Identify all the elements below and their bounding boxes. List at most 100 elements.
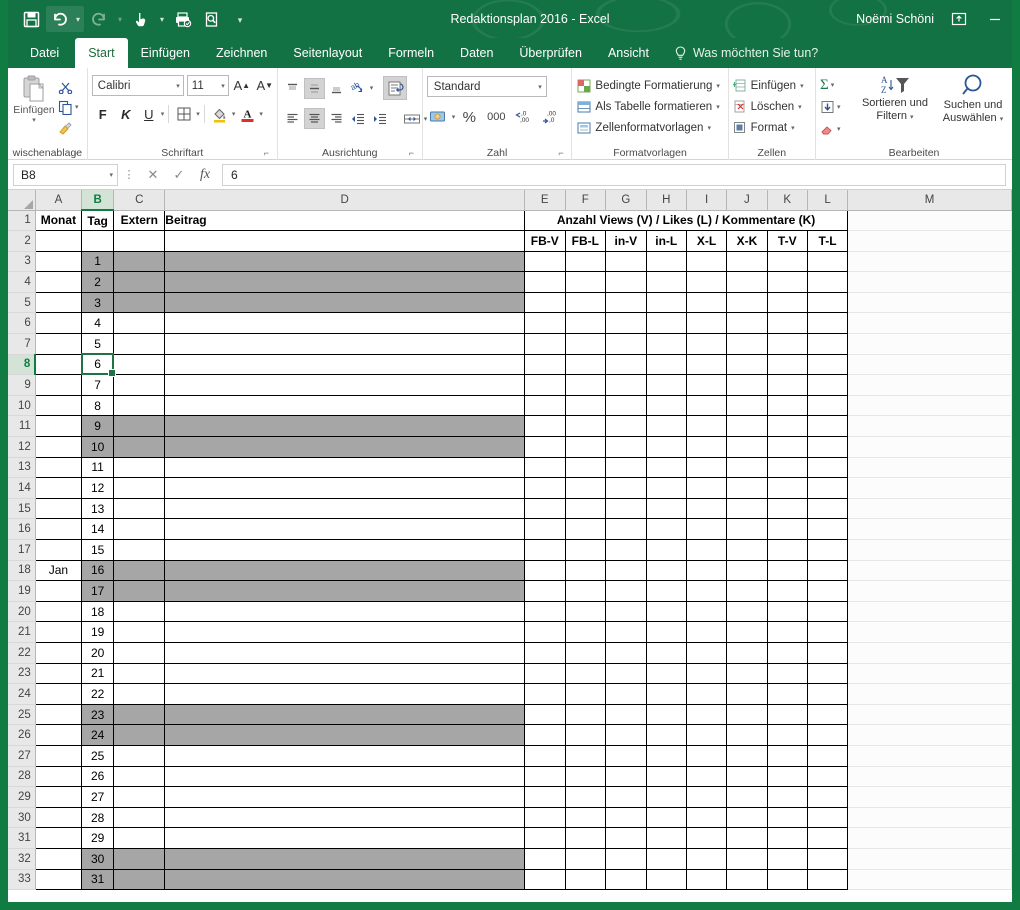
cell-metric-i12[interactable] (685, 436, 728, 458)
cell-metric-f15[interactable] (564, 497, 607, 520)
cell-beitrag-d29[interactable] (164, 786, 525, 808)
cell-extern-c19[interactable] (113, 580, 166, 602)
cell-metric-i3[interactable] (685, 250, 728, 273)
cell-metric-j25[interactable] (726, 703, 768, 726)
cell-metric-h15[interactable] (645, 497, 687, 520)
cell-extern-c17[interactable] (113, 539, 166, 561)
cell-metric-g26[interactable] (605, 724, 647, 746)
cell-metric-h25[interactable] (645, 703, 687, 726)
cell-metric-i11[interactable] (685, 415, 728, 438)
cell-extern-c30[interactable] (113, 806, 166, 829)
font-size-dropdown-icon[interactable]: ▾ (221, 82, 225, 90)
name-box[interactable]: B8 ▾ (13, 163, 118, 186)
delete-cells-button[interactable]: Löschen ▾ (733, 96, 802, 117)
cell-day-b8[interactable]: 6 (81, 353, 115, 376)
cell-metric-l28[interactable] (806, 765, 849, 788)
cell-metric-j7[interactable] (726, 333, 768, 355)
cell-metric-f28[interactable] (564, 765, 607, 788)
column-header-b[interactable]: B (81, 190, 115, 211)
cell-metric-e5[interactable] (523, 291, 566, 314)
cell-beitrag-d5[interactable] (164, 291, 525, 314)
cell-metric-h31[interactable] (645, 827, 687, 849)
cell-metric-j4[interactable] (726, 271, 768, 293)
cell-metric-j32[interactable] (726, 847, 768, 870)
cell-metric-l4[interactable] (806, 271, 849, 293)
cell-metric-k14[interactable] (766, 477, 808, 499)
row-header-5[interactable]: 5 (8, 292, 36, 314)
cell-beitrag-d27[interactable] (164, 744, 525, 767)
cell-m10[interactable] (847, 395, 1012, 417)
cell-metric-h11[interactable] (645, 415, 687, 438)
tab-formeln[interactable]: Formeln (375, 38, 447, 68)
row-header-16[interactable]: 16 (8, 518, 36, 540)
cell-metric-e13[interactable] (523, 456, 566, 479)
cell-metric-i5[interactable] (685, 291, 728, 314)
cell-metric-l7[interactable] (806, 333, 849, 355)
cell-metric-g19[interactable] (605, 580, 647, 602)
align-bottom-icon[interactable] (326, 78, 347, 99)
cell-metric-g25[interactable] (605, 703, 647, 726)
paste-dropdown-icon[interactable]: ▾ (32, 116, 36, 124)
cell-extern-c32[interactable] (113, 847, 166, 870)
tab-seitenlayout[interactable]: Seitenlayout (280, 38, 375, 68)
cell-metric-j14[interactable] (726, 477, 768, 499)
autosum-dropdown-icon[interactable]: ▾ (831, 81, 835, 89)
cell-m14[interactable] (847, 477, 1012, 499)
cell-metric-h10[interactable] (645, 394, 687, 417)
cell-metric-g14[interactable] (605, 477, 647, 499)
cell-m8[interactable] (847, 354, 1012, 376)
cell-m32[interactable] (847, 848, 1012, 870)
cell-metric-f8[interactable] (564, 353, 607, 376)
font-name-dropdown-icon[interactable]: ▾ (176, 82, 180, 90)
cell-extern-c14[interactable] (113, 477, 166, 499)
cell-month-a27[interactable] (34, 744, 83, 767)
decrease-decimal-button[interactable]: ,00,0 (539, 106, 563, 128)
cell-metric-h27[interactable] (645, 744, 687, 767)
decrease-indent-icon[interactable] (348, 108, 369, 129)
cell-metric-j17[interactable] (726, 539, 768, 561)
cell-month-a24[interactable] (34, 683, 83, 705)
cell-m7[interactable] (847, 333, 1012, 355)
underline-button[interactable]: U (138, 103, 160, 125)
cell-metric-g3[interactable] (605, 250, 647, 273)
cell-metric-j12[interactable] (726, 436, 768, 458)
cell-metric-e25[interactable] (523, 703, 566, 726)
align-middle-icon[interactable] (303, 77, 325, 99)
cell-metric-i17[interactable] (685, 539, 728, 561)
tab-ueberpruefen[interactable]: Überprüfen (506, 38, 595, 68)
cell-month-a33[interactable] (34, 868, 83, 891)
cell-metric-e27[interactable] (523, 744, 566, 767)
cell-metric-h26[interactable] (645, 724, 687, 746)
cell-beitrag-d21[interactable] (164, 621, 525, 643)
column-header-k[interactable]: K (767, 190, 808, 211)
cell-metric-h12[interactable] (645, 436, 687, 458)
cell-metric-i21[interactable] (685, 621, 728, 643)
cell-day-b3[interactable]: 1 (81, 250, 115, 273)
insert-cells-dropdown-icon[interactable]: ▾ (800, 82, 804, 90)
cell-metric-g7[interactable] (605, 333, 647, 355)
row-header-7[interactable]: 7 (8, 333, 36, 355)
cell-m12[interactable] (847, 436, 1012, 458)
cell-metric-i31[interactable] (685, 827, 728, 849)
cell-metric-e30[interactable] (523, 806, 566, 829)
cell-metric-i25[interactable] (685, 703, 728, 726)
cell-metric-k23[interactable] (766, 662, 808, 685)
cell-metric-f3[interactable] (564, 250, 607, 273)
cell-metric-i22[interactable] (685, 641, 728, 664)
cell-extern-c7[interactable] (113, 333, 166, 355)
cell-metric-f20[interactable] (564, 600, 607, 623)
formula-input[interactable]: 6 (222, 163, 1006, 186)
cell-metric-g4[interactable] (605, 271, 647, 293)
orientation-dropdown-icon[interactable]: ▾ (370, 84, 374, 92)
cell-m13[interactable] (847, 457, 1012, 479)
cell-metric-k25[interactable] (766, 703, 808, 726)
cell-beitrag-d23[interactable] (164, 662, 525, 685)
cell-metric-h29[interactable] (645, 786, 687, 808)
cell-extern-c27[interactable] (113, 744, 166, 767)
cell-extern-c13[interactable] (113, 456, 166, 479)
row-header-14[interactable]: 14 (8, 477, 36, 499)
row-header-18[interactable]: 18 (8, 560, 36, 582)
cell-metric-k20[interactable] (766, 600, 808, 623)
cell-metric-l3[interactable] (806, 250, 849, 273)
cell-metric-j26[interactable] (726, 724, 768, 746)
